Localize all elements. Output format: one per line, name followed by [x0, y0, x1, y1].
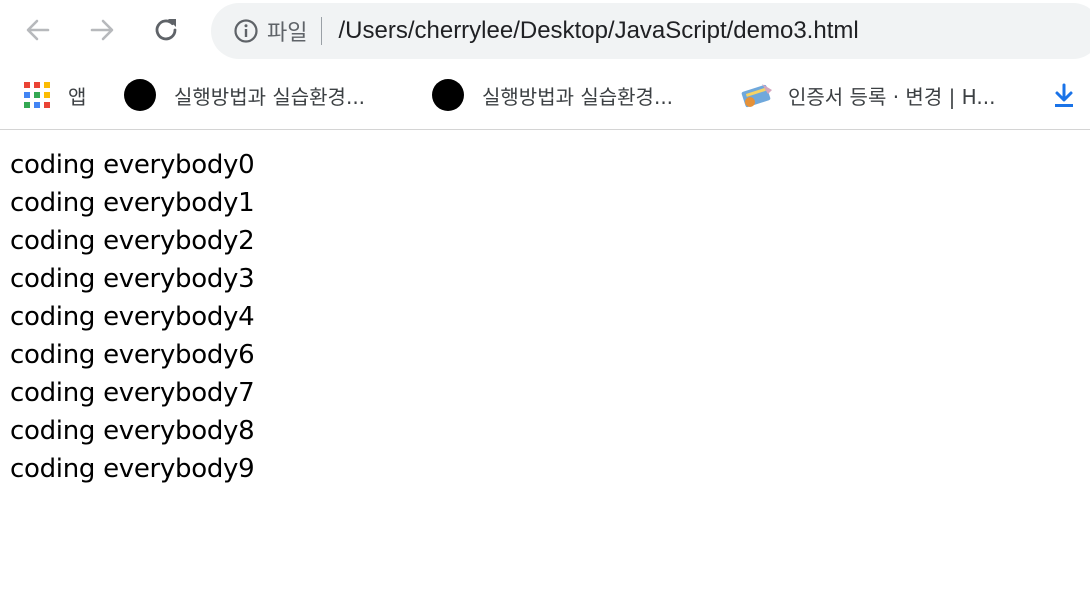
reload-icon [155, 19, 177, 41]
bookmark-label: 앱 [68, 84, 87, 109]
forward-button[interactable] [84, 12, 120, 48]
certificate-icon [741, 84, 772, 108]
output-line: coding everybody7 [10, 378, 255, 408]
bookmark-item[interactable]: 실행방법과 실습환경... [432, 62, 673, 128]
page-content: coding everybody0 coding everybody1 codi… [0, 130, 1090, 488]
apps-grid-icon [24, 82, 50, 108]
arrow-right-icon [90, 19, 114, 41]
bookmark-label: 인증서 등록 · 변경 | H... [788, 84, 996, 109]
arrow-left-icon [26, 19, 50, 41]
output-line: coding everybody3 [10, 264, 255, 294]
browser-toolbar: 파일 /Users/cherrylee/Desktop/JavaScript/d… [0, 0, 1090, 62]
url-separator [321, 17, 323, 45]
output-line: coding everybody2 [10, 226, 255, 256]
bookmark-item[interactable]: 실행방법과 실습환경... [124, 62, 365, 128]
output-line: coding everybody1 [10, 188, 255, 218]
address-bar[interactable]: 파일 /Users/cherrylee/Desktop/JavaScript/d… [211, 3, 1090, 59]
bookmark-item[interactable]: 인증서 등록 · 변경 | H... [740, 62, 995, 128]
bookmark-label: 실행방법과 실습환경... [174, 84, 366, 109]
site-favicon-icon [432, 79, 464, 111]
url-scheme-label: 파일 [267, 21, 308, 46]
output-line: coding everybody9 [10, 454, 255, 484]
bookmark-apps[interactable]: 앱 [24, 62, 86, 128]
site-favicon-icon [124, 79, 156, 111]
download-icon[interactable] [1052, 82, 1076, 108]
bookmarks-bar: 앱 실행방법과 실습환경... 실행방법과 실습환경... 인증서 등록 · 변… [0, 62, 1090, 130]
output-line: coding everybody4 [10, 302, 255, 332]
output-line: coding everybody0 [10, 150, 255, 180]
back-button[interactable] [20, 12, 56, 48]
output-line: coding everybody6 [10, 340, 255, 370]
url-text[interactable]: /Users/cherrylee/Desktop/JavaScript/demo… [338, 17, 858, 45]
info-icon[interactable] [233, 18, 259, 44]
bookmark-label: 실행방법과 실습환경... [482, 84, 674, 109]
reload-button[interactable] [148, 12, 184, 48]
output-line: coding everybody8 [10, 416, 255, 446]
